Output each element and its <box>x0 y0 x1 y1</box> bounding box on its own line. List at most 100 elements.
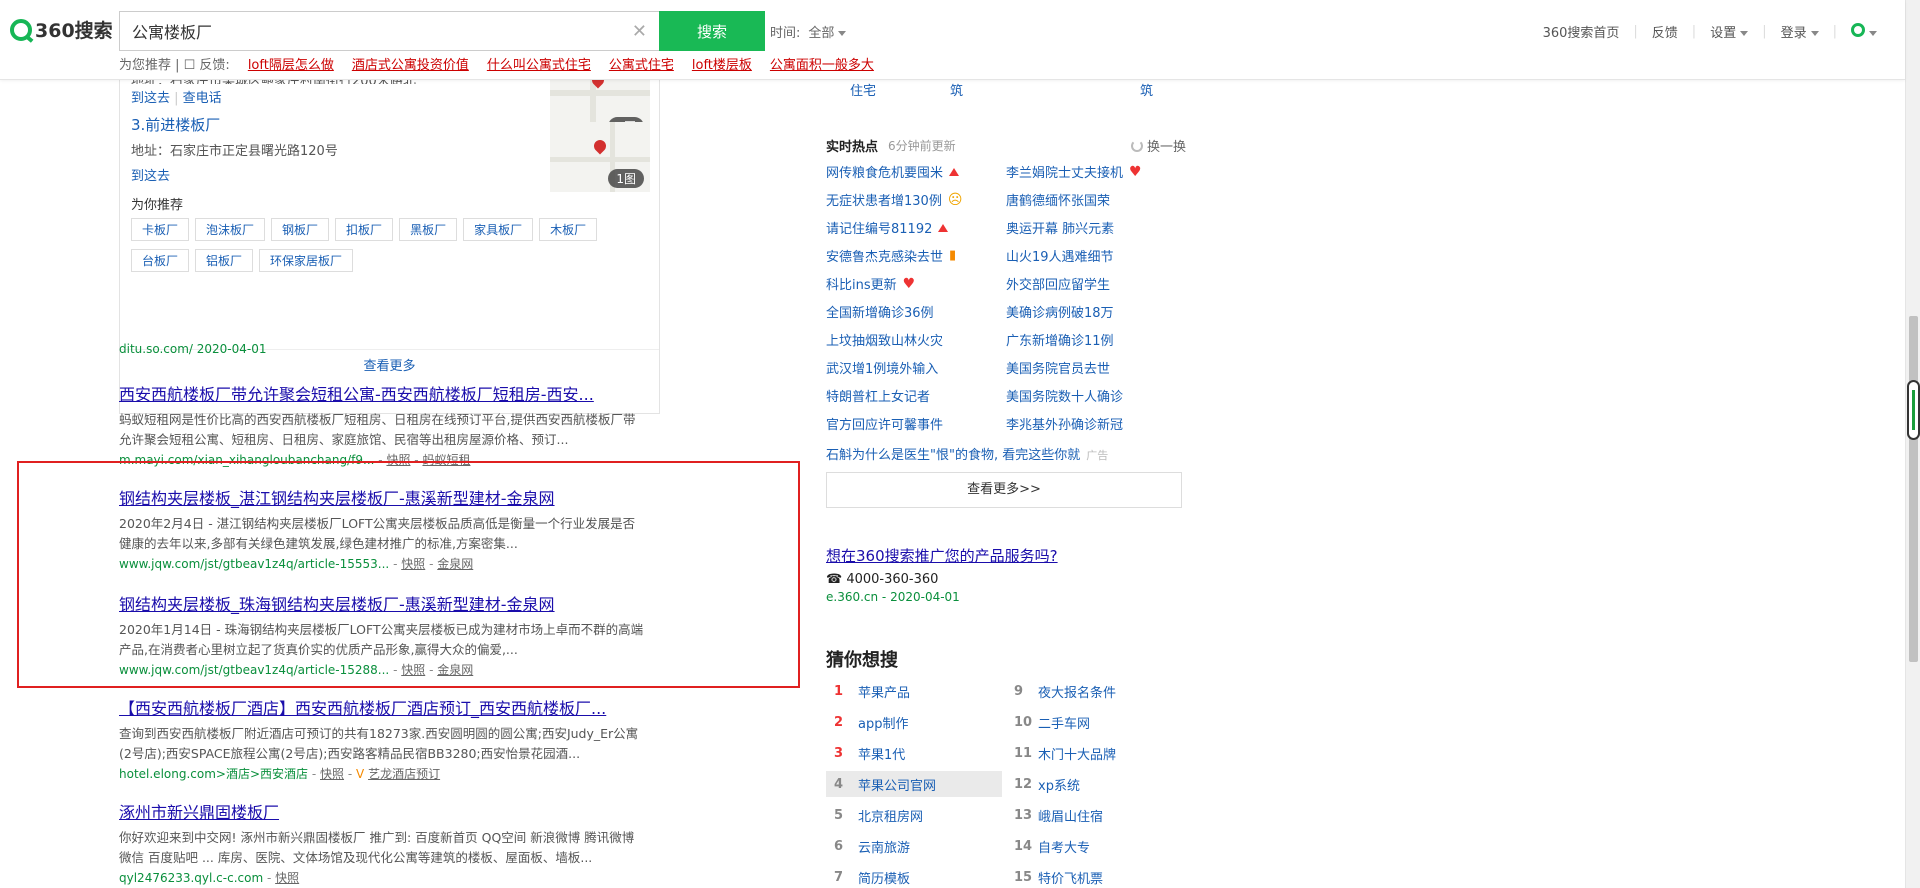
guess-item[interactable]: 5 北京租房网 <box>826 802 1006 828</box>
hot-item[interactable]: 无症状患者增130例 ☹ <box>826 190 1004 210</box>
tag-link[interactable]: 钢板厂 <box>271 218 330 241</box>
hot-item[interactable]: 李兰娟院士丈夫接机 ♥ <box>1006 162 1184 182</box>
hot-ad[interactable]: 石斛为什么是医生"恨"的食物, 看完这些你就 广告 <box>826 444 1108 463</box>
tag-link[interactable]: 卡板厂 <box>131 218 190 241</box>
result-title[interactable]: 涿州市新兴鼎固楼板厂 <box>119 799 679 823</box>
hot-more-button[interactable]: 查看更多>> <box>826 472 1182 508</box>
hot-item[interactable]: 李兆基外孙确诊新冠 <box>1006 414 1184 433</box>
guess-link[interactable]: 夜大报名条件 <box>1038 682 1116 701</box>
guess-item[interactable]: 4 苹果公司官网 <box>826 771 1002 797</box>
result-title[interactable]: 西安西航楼板厂带允许聚会短租公寓-西安西航楼板厂短租房-西安... <box>119 381 679 405</box>
tag-link[interactable]: 环保家居板厂 <box>259 249 354 272</box>
recommend-link[interactable]: 公寓面积一般多大 <box>770 54 874 73</box>
search-button[interactable]: 搜索 <box>659 11 765 51</box>
login-link[interactable]: 登录 <box>1781 22 1819 41</box>
hot-item[interactable]: 唐鹤德缅怀张国荣 <box>1006 190 1184 209</box>
guess-link[interactable]: 特价飞机票 <box>1038 868 1103 887</box>
hot-item[interactable]: 美确诊病例破18万 <box>1006 302 1184 321</box>
sidebar-link[interactable]: 住宅 <box>850 80 876 99</box>
guess-item[interactable]: 9 夜大报名条件 <box>1006 678 1186 704</box>
tag-link[interactable]: 家具板厂 <box>463 218 534 241</box>
result-desc: 微信 百度贴吧 ... 库房、医院、文体场馆及现代化公寓等建筑的楼板、屋面板、墙… <box>119 850 593 865</box>
tag-link[interactable]: 铝板厂 <box>195 249 254 272</box>
scrollbar[interactable] <box>1905 0 1920 888</box>
hot-item[interactable]: 网传粮食危机要囤米 <box>826 162 1004 181</box>
tag-link[interactable]: 扣板厂 <box>335 218 394 241</box>
guess-link[interactable]: 二手车网 <box>1038 713 1090 732</box>
hot-item[interactable]: 武汉增1例境外输入 <box>826 358 1004 377</box>
tag-link[interactable]: 木板厂 <box>539 218 598 241</box>
guess-item[interactable]: 1 苹果产品 <box>826 678 1006 704</box>
feedback-link[interactable]: 反馈 <box>1652 22 1678 41</box>
hot-item[interactable]: 特朗普杠上女记者 <box>826 386 1004 405</box>
chevron-down-icon <box>1740 31 1749 36</box>
guess-item[interactable]: 3 苹果1代 <box>826 740 1006 766</box>
recommend-link[interactable]: 酒店式公寓投资价值 <box>352 54 469 73</box>
map-item-title[interactable]: 3.前进楼板厂 <box>131 114 220 135</box>
tag-link[interactable]: 泡沫板厂 <box>195 218 266 241</box>
sidebar-link[interactable]: 筑 <box>1140 80 1153 99</box>
tag-link[interactable]: 台板厂 <box>131 249 190 272</box>
guess-item[interactable]: 13 峨眉山住宿 <box>1006 802 1186 828</box>
guess-item[interactable]: 15 特价飞机票 <box>1006 864 1186 888</box>
guess-link[interactable]: 苹果公司官网 <box>858 775 936 794</box>
phone-link[interactable]: 查电话 <box>183 91 222 106</box>
guess-link[interactable]: 苹果1代 <box>858 744 905 763</box>
guess-item[interactable]: 12 xp系统 <box>1006 771 1186 797</box>
route-link[interactable]: 到这去 <box>131 169 170 184</box>
guess-link[interactable]: xp系统 <box>1038 775 1080 794</box>
hot-item[interactable]: 官方回应许可馨事件 <box>826 414 1004 433</box>
hot-item[interactable]: 上坟抽烟致山林火灾 <box>826 330 1004 349</box>
account-menu[interactable] <box>1851 22 1877 41</box>
recommend-link[interactable]: 什么叫公寓式住宅 <box>487 54 591 73</box>
guess-item[interactable]: 7 简历模板 <box>826 864 1006 888</box>
refresh-button[interactable]: 换一换 <box>1130 136 1186 155</box>
hot-item[interactable]: 请记住编号81192 <box>826 218 1004 237</box>
guess-link[interactable]: 云南旅游 <box>858 837 910 856</box>
promo-link[interactable]: 想在360搜索推广您的产品服务吗? <box>826 547 1058 565</box>
guess-section: 猜你想搜 1 苹果产品 9 夜大报名条件 2 app制作 10 二手车网 3 苹果1代 11 木门十大… <box>826 646 1186 887</box>
hot-item[interactable]: 美国务院数十人确诊 <box>1006 386 1184 405</box>
hot-item[interactable]: 全国新增确诊36例 <box>826 302 1004 321</box>
guess-link[interactable]: app制作 <box>858 713 908 732</box>
sidebar-link[interactable]: 筑 <box>950 80 963 99</box>
guess-link[interactable]: 简历模板 <box>858 868 910 887</box>
guess-link[interactable]: 苹果产品 <box>858 682 910 701</box>
time-filter[interactable]: 时间: 全部 <box>770 22 847 41</box>
hot-item[interactable]: 奥运开幕 肺兴元素 <box>1006 218 1184 237</box>
guess-link[interactable]: 木门十大品牌 <box>1038 744 1116 763</box>
route-link[interactable]: 到这去 <box>131 91 170 106</box>
time-value[interactable]: 全部 <box>808 22 847 41</box>
hot-item[interactable]: 外交部回应留学生 <box>1006 274 1184 293</box>
promo-phone: ☎ 4000-360-360 <box>826 572 939 587</box>
recommend-link[interactable]: 公寓式住宅 <box>609 54 674 73</box>
search-input[interactable] <box>120 12 610 50</box>
guess-item[interactable]: 6 云南旅游 <box>826 833 1006 859</box>
snapshot-link[interactable]: 快照 <box>320 767 344 781</box>
guess-link[interactable]: 自考大专 <box>1038 837 1090 856</box>
settings-link[interactable]: 设置 <box>1710 22 1749 41</box>
guess-item[interactable]: 10 二手车网 <box>1006 709 1186 735</box>
hot-item[interactable]: 山火19人遇难细节 <box>1006 246 1184 265</box>
map-thumbnail[interactable]: 1图 <box>550 122 650 192</box>
tag-link[interactable]: 黑板厂 <box>399 218 458 241</box>
scrollbar-thumb[interactable] <box>1909 316 1918 662</box>
source-link[interactable]: 艺龙酒店预订 <box>368 767 440 781</box>
guess-item[interactable]: 11 木门十大品牌 <box>1006 740 1186 766</box>
recommend-link[interactable]: loft隔层怎么做 <box>248 54 334 73</box>
guess-item[interactable]: 2 app制作 <box>826 709 1006 735</box>
result-title[interactable]: 【西安西航楼板厂酒店】西安西航楼板厂酒店预订_西安西航楼板厂... <box>119 695 679 719</box>
snapshot-link[interactable]: 快照 <box>275 871 299 885</box>
hot-item[interactable]: 广东新增确诊11例 <box>1006 330 1184 349</box>
guess-item[interactable]: 14 自考大专 <box>1006 833 1186 859</box>
promo: 想在360搜索推广您的产品服务吗? ☎ 4000-360-360 e.360.c… <box>826 545 1058 604</box>
hot-item[interactable]: 美国务院官员去世 <box>1006 358 1184 377</box>
home-link[interactable]: 360搜索首页 <box>1543 22 1620 41</box>
logo[interactable]: 360搜索 <box>10 16 113 43</box>
clear-icon[interactable]: ✕ <box>632 21 647 42</box>
hot-item[interactable]: 安德鲁杰克感染去世 ▮ <box>826 246 1004 265</box>
guess-link[interactable]: 峨眉山住宿 <box>1038 806 1103 825</box>
hot-item[interactable]: 科比ins更新 ♥ <box>826 274 1004 294</box>
recommend-link[interactable]: loft楼层板 <box>692 54 752 73</box>
guess-link[interactable]: 北京租房网 <box>858 806 923 825</box>
